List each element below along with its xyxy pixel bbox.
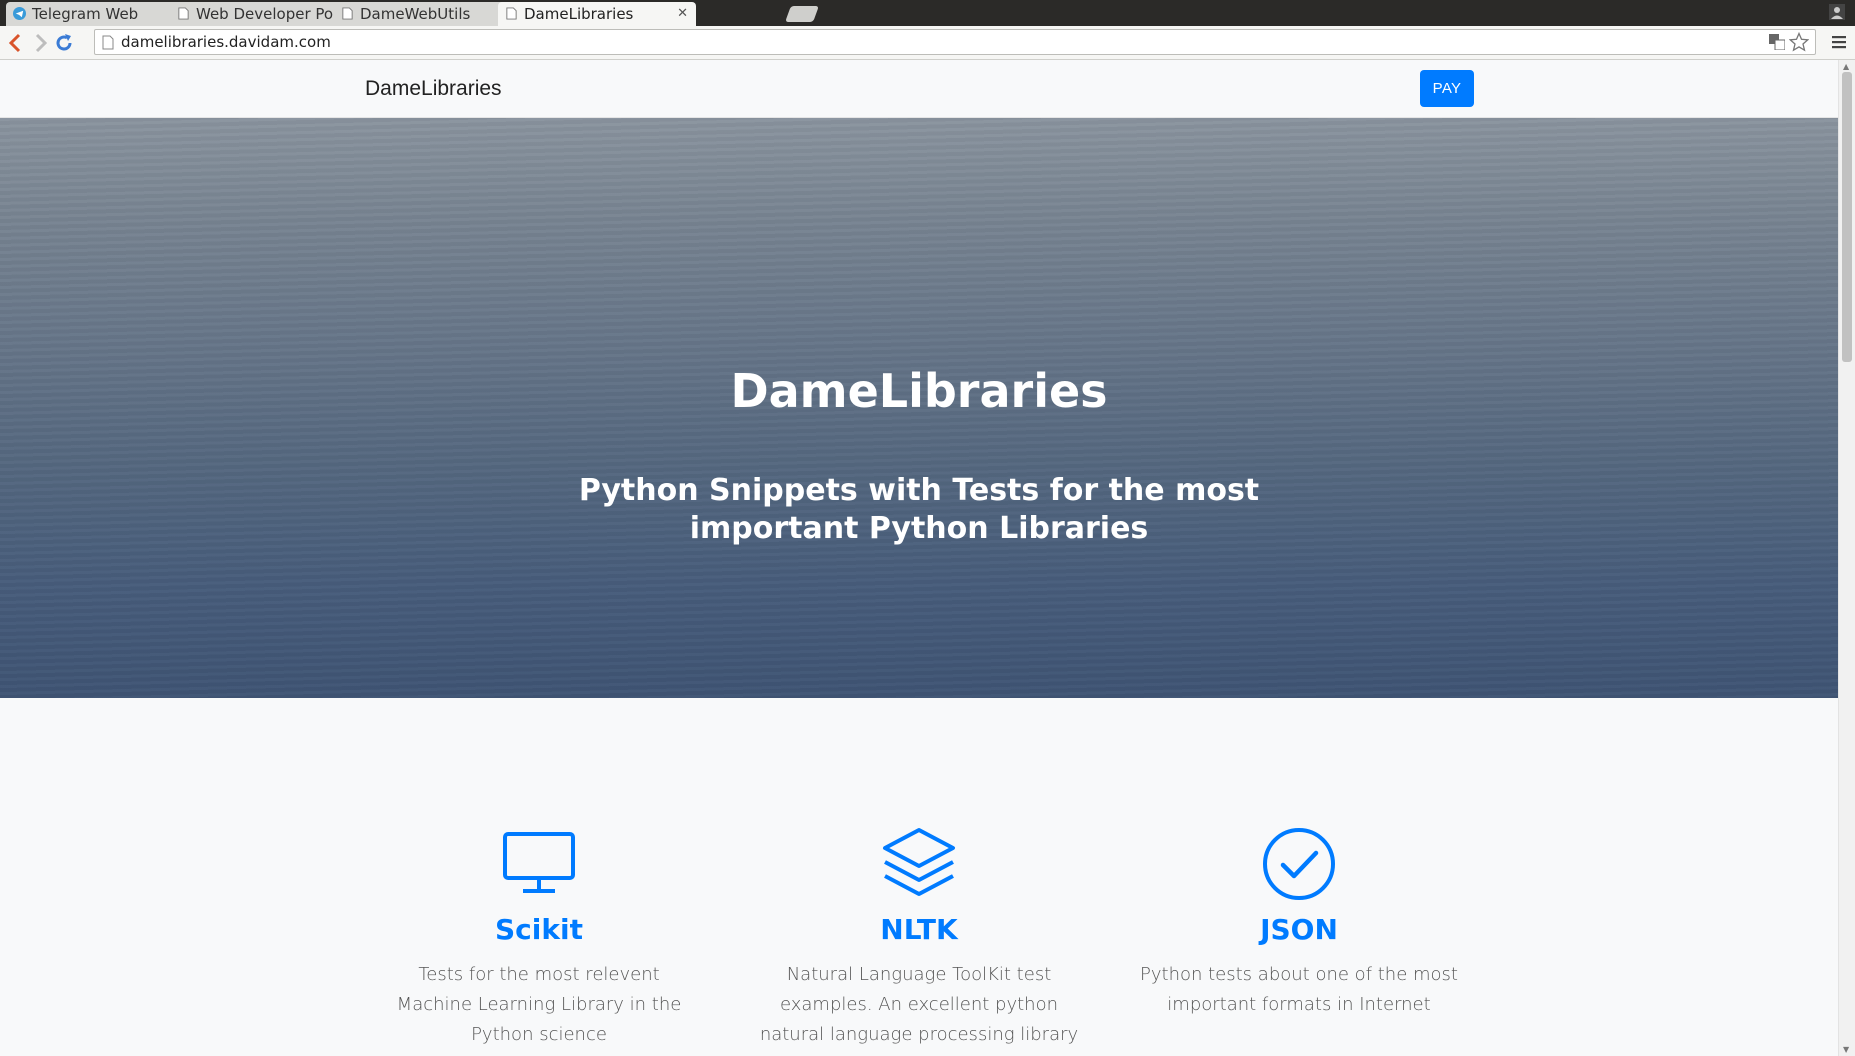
telegram-icon [13, 7, 26, 20]
new-tab-button[interactable] [785, 6, 819, 22]
back-icon[interactable] [4, 31, 28, 55]
feature-title: Scikit [495, 913, 583, 946]
page-icon [178, 7, 189, 20]
hero-title: DameLibraries [730, 364, 1108, 418]
page-viewport: DameLibraries PAY DameLibraries Python S… [0, 60, 1838, 1056]
site-navbar: DameLibraries PAY [0, 60, 1838, 118]
navbar-brand[interactable]: DameLibraries [365, 60, 502, 117]
monitor-icon [503, 832, 575, 893]
feature-title: JSON [1260, 913, 1338, 946]
translate-icon[interactable] [1769, 34, 1785, 50]
reload-icon[interactable] [52, 31, 76, 55]
pay-button[interactable]: PAY [1420, 70, 1474, 107]
scroll-down-icon[interactable]: ▼ [1843, 1045, 1852, 1054]
star-icon[interactable] [1789, 32, 1809, 52]
address-bar[interactable]: damelibraries.davidam.com [94, 29, 1816, 55]
hero-subtitle: Python Snippets with Tests for the most … [578, 473, 1260, 546]
feature-title: NLTK [880, 913, 958, 946]
feature-text: Python tests about one of the most impor… [1140, 964, 1458, 1015]
page-icon [102, 35, 114, 50]
page-icon [342, 7, 353, 20]
tab-title: DameLibraries [524, 5, 634, 23]
url-text: damelibraries.davidam.com [121, 33, 331, 51]
menu-icon[interactable] [1831, 34, 1847, 50]
hero-masthead: DameLibraries Python Snippets with Tests… [0, 118, 1838, 698]
scroll-up-icon[interactable]: ▲ [1843, 62, 1852, 71]
check-circle-icon [1263, 828, 1335, 900]
tab-strip: Telegram Web ✕ Web Developer Portal ✕ Da… [0, 0, 1855, 26]
layers-icon [883, 828, 955, 896]
browser-toolbar: damelibraries.davidam.com [0, 26, 1855, 60]
tab-title: DameWebUtils [360, 5, 471, 23]
page-icon [506, 7, 517, 20]
vertical-scrollbar[interactable]: ▲ ▼ [1838, 60, 1855, 1056]
tab-title: Telegram Web [32, 5, 139, 23]
forward-icon[interactable] [28, 31, 52, 55]
tab-damelibraries[interactable]: DameLibraries ✕ [498, 2, 696, 26]
features-section: Scikit Tests for the most relevent Machi… [0, 698, 1838, 1056]
close-icon[interactable]: ✕ [677, 2, 688, 26]
feature-text: Tests for the most relevent Machine Lear… [396, 964, 682, 1045]
user-icon[interactable] [1829, 4, 1845, 20]
scrollbar-thumb[interactable] [1842, 72, 1852, 362]
feature-text: Natural Language ToolKit test examples. … [759, 964, 1079, 1045]
